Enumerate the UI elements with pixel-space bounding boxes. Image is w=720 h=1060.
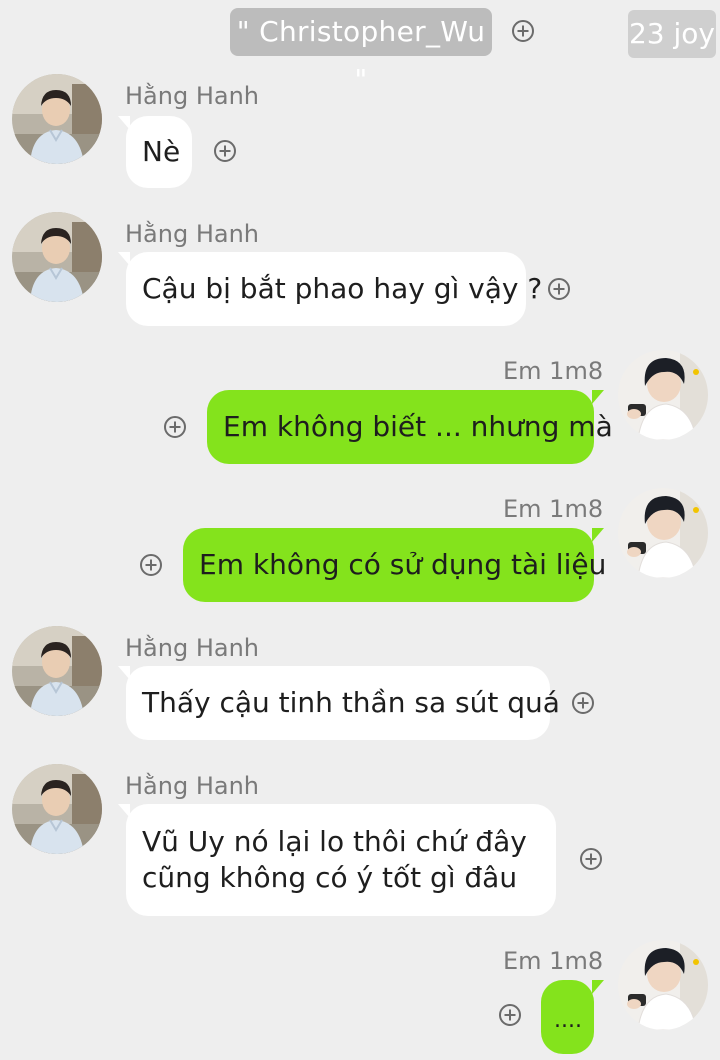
add-icon[interactable] <box>140 554 162 576</box>
bubble-tail <box>592 980 604 994</box>
watermark: 23 joy <box>628 10 716 58</box>
avatar-em-1m8[interactable] <box>618 488 708 578</box>
sender-name: Hằng Hanh <box>125 82 260 110</box>
message-bubble[interactable]: Em không biết ... nhưng mà <box>207 390 613 464</box>
message-text-line-2: cũng không có ý tốt gì đâu <box>142 861 518 894</box>
sender-name: Em 1m8 <box>503 495 604 523</box>
sender-name: Em 1m8 <box>503 357 604 385</box>
sender-name: Hằng Hanh <box>125 772 260 800</box>
message-bubble[interactable]: Cậu bị bắt phao hay gì vậy ? <box>126 252 543 326</box>
add-icon[interactable] <box>499 1004 521 1026</box>
add-icon[interactable] <box>214 140 236 162</box>
sender-name: Em 1m8 <box>503 947 604 975</box>
chat-title: " Christopher_Wu " <box>230 8 492 96</box>
sender-name: Hằng Hanh <box>125 220 260 248</box>
avatar-hang-hanh[interactable] <box>12 626 102 716</box>
sender-name: Hằng Hanh <box>125 634 260 662</box>
message-bubble[interactable]: Vũ Uy nó lại lo thôi chứ đây cũng không … <box>126 804 556 916</box>
message-bubble[interactable]: Thấy cậu tinh thần sa sút quá <box>126 666 560 740</box>
message-text: .... <box>554 1008 582 1033</box>
message-text: Em không có sử dụng tài liệu <box>199 548 607 581</box>
message-text-line-1: Vũ Uy nó lại lo thôi chứ đây <box>142 825 527 858</box>
message-text: Thấy cậu tinh thần sa sút quá <box>142 686 560 719</box>
add-icon[interactable] <box>512 20 534 42</box>
avatar-hang-hanh[interactable] <box>12 212 102 302</box>
message-bubble[interactable]: Em không có sử dụng tài liệu <box>183 528 607 602</box>
message-text: Nè <box>142 135 181 168</box>
message-text: Em không biết ... nhưng mà <box>223 410 613 443</box>
message-bubble[interactable]: .... <box>541 980 594 1054</box>
bubble-tail <box>592 528 604 542</box>
add-icon[interactable] <box>580 848 602 870</box>
add-icon[interactable] <box>548 278 570 300</box>
message-bubble[interactable]: Nè <box>126 116 192 188</box>
avatar-em-1m8[interactable] <box>618 350 708 440</box>
avatar-em-1m8[interactable] <box>618 940 708 1030</box>
message-text: Cậu bị bắt phao hay gì vậy ? <box>142 272 543 305</box>
add-icon[interactable] <box>572 692 594 714</box>
bubble-tail <box>592 390 604 404</box>
avatar-hang-hanh[interactable] <box>12 764 102 854</box>
avatar-hang-hanh[interactable] <box>12 74 102 164</box>
add-icon[interactable] <box>164 416 186 438</box>
